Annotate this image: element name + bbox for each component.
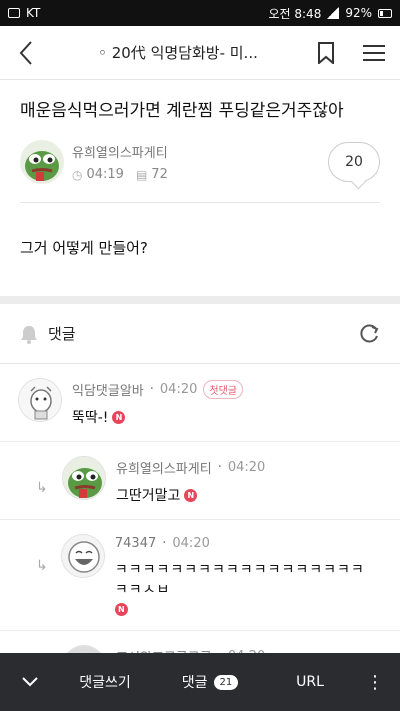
reply-item[interactable]: ↳ 74347 · 04:20 ㅋㅋㅋㅋㅋㅋㅋㅋㅋㅋㅋㅋㅋㅋㅋㅋㅋㅋㅋㅋㅅㅂ N <box>0 520 400 632</box>
signal-icon <box>327 7 340 19</box>
pepe-frog-icon <box>20 140 64 185</box>
notification-icon <box>8 8 20 18</box>
battery-icon <box>378 8 392 18</box>
comment-text: 그딴거말고 <box>116 488 181 505</box>
comments-button[interactable]: 댓글 21 <box>150 672 270 692</box>
comment-time: 04:20 <box>172 536 210 552</box>
new-badge-icon: N <box>114 603 128 617</box>
pepe-frog-icon <box>63 457 105 500</box>
battery-percent: 92% <box>345 6 372 20</box>
clock: 오전 8:48 <box>268 6 322 21</box>
comment-text: ㅋㅋㅋㅋㅋㅋㅋㅋㅋㅋㅋㅋㅋㅋㅋㅋㅋㅋㅋㅋㅅㅂ <box>114 562 365 599</box>
commenter-avatar[interactable] <box>60 534 105 579</box>
section-divider <box>0 296 400 305</box>
collapse-button[interactable] <box>0 677 60 687</box>
new-badge-icon: N <box>184 488 198 502</box>
comment-author[interactable]: 익담댓글알바 <box>72 380 144 399</box>
refresh-icon[interactable] <box>358 323 380 345</box>
laughing-face-icon <box>61 535 104 578</box>
board-title[interactable]: ◦ 20代 익명담화방- 미... <box>52 42 304 63</box>
post-title: 매운음식먹으러가면 계란찜 푸딩같은거주잖아 <box>20 101 344 121</box>
author-row: 유희열의스파게티 ◷ 04:19 ▤ 72 20 <box>20 140 380 204</box>
comment-time: 04:20 <box>159 382 198 398</box>
comments-count-badge: 21 <box>213 674 239 690</box>
commenter-avatar[interactable] <box>62 456 106 501</box>
status-bar: KT 오전 8:48 92% <box>0 0 400 26</box>
reply-arrow-icon: ↳ <box>36 480 48 497</box>
hamburger-icon <box>363 44 385 61</box>
more-button[interactable]: ⋮ <box>350 672 400 693</box>
url-button[interactable]: URL <box>270 674 350 690</box>
back-button[interactable] <box>0 40 52 65</box>
mascot-icon <box>19 379 61 422</box>
comments-label: 댓글 <box>48 325 76 344</box>
bell-icon[interactable] <box>20 324 38 344</box>
menu-button[interactable] <box>348 44 400 62</box>
commenter-avatar[interactable] <box>18 378 62 423</box>
comment-count-bubble[interactable]: 20 <box>328 142 380 183</box>
clock-icon: ◷ <box>72 167 83 182</box>
bookmark-icon <box>318 41 334 64</box>
carrier-label: KT <box>26 6 41 20</box>
comment-text: 뚝딱-! <box>72 410 109 427</box>
comment-author[interactable]: 유희열의스파게티 <box>116 458 212 477</box>
write-comment-button[interactable]: 댓글쓰기 <box>60 672 150 692</box>
more-vertical-icon: ⋮ <box>366 671 384 693</box>
comment-author[interactable]: 74347 <box>115 536 156 551</box>
comment-item[interactable]: 익담댓글알바 · 04:20 첫댓글 뚝딱-! N <box>0 364 400 443</box>
new-badge-icon: N <box>112 410 126 424</box>
post-body: 그거 어떻게 만들어? <box>20 239 148 258</box>
chevron-down-icon <box>22 677 38 687</box>
post-views: 72 <box>151 167 168 183</box>
post: 매운음식먹으러가면 계란찜 푸딩같은거주잖아 유희열의스파게티 ◷ 04:19 … <box>0 80 400 296</box>
reply-item[interactable]: ↳ 유희열의스파게티 · 04:20 그딴거말고 N <box>0 442 400 521</box>
bottom-bar: 댓글쓰기 댓글 21 URL ⋮ <box>0 653 400 711</box>
author-avatar[interactable] <box>20 140 64 185</box>
reply-arrow-icon: ↳ <box>36 558 48 575</box>
bookmark-button[interactable] <box>304 41 348 64</box>
comments-button-label: 댓글 <box>181 675 208 691</box>
top-nav: ◦ 20代 익명담화방- 미... <box>0 26 400 80</box>
comment-count: 20 <box>345 154 363 171</box>
back-arrow-icon <box>19 40 32 65</box>
first-comment-badge: 첫댓글 <box>203 380 243 400</box>
comment-time: 04:20 <box>227 460 266 476</box>
views-icon: ▤ <box>135 167 148 182</box>
post-time: 04:19 <box>86 167 124 183</box>
author-name[interactable]: 유희열의스파게티 <box>72 142 168 161</box>
comments-header: 댓글 <box>0 304 400 365</box>
